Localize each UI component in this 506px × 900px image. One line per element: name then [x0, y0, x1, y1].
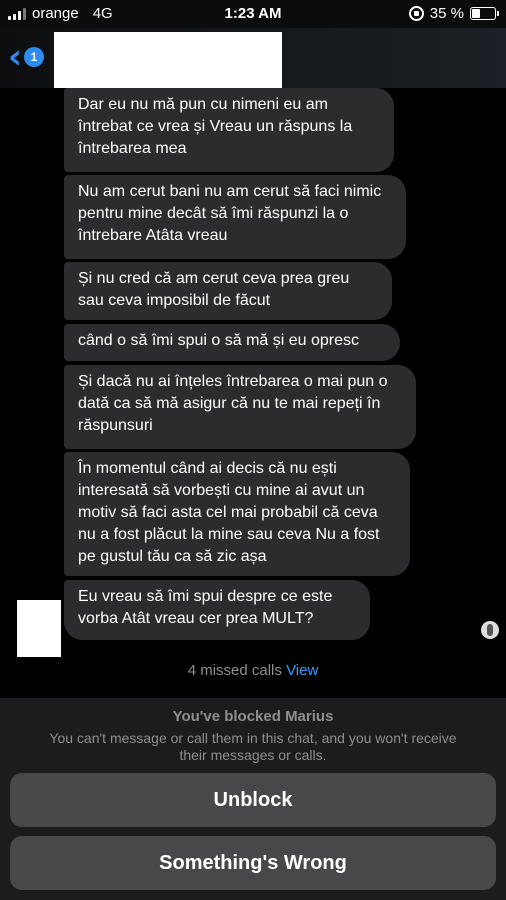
sender-avatar-redacted[interactable]	[17, 600, 61, 657]
something-wrong-button[interactable]: Something's Wrong	[10, 836, 496, 890]
contact-name-redacted[interactable]	[54, 32, 282, 88]
missed-calls-text: 4 missed calls	[187, 662, 282, 679]
message-bubble[interactable]: Nu am cerut bani nu am cerut să faci nim…	[64, 175, 406, 259]
view-missed-calls-link[interactable]: View	[286, 662, 318, 679]
blocked-panel: You've blocked Marius You can't message …	[0, 698, 506, 900]
message-bubble[interactable]: Și nu cred că am cerut ceva prea greu sa…	[64, 262, 392, 320]
chevron-left-icon: ‹	[8, 37, 23, 77]
unblock-button[interactable]: Unblock	[10, 773, 496, 827]
unread-badge: 1	[24, 47, 45, 67]
message-list[interactable]: Dar eu nu mă pun cu nimeni eu am întreba…	[0, 88, 506, 698]
chat-header: ‹ 1	[0, 28, 506, 88]
back-button[interactable]: ‹ 1	[8, 40, 56, 74]
message-bubble[interactable]: Dar eu nu mă pun cu nimeni eu am întreba…	[64, 88, 394, 172]
message-bubble[interactable]: Eu vreau să îmi spui despre ce este vorb…	[64, 580, 370, 640]
status-bar: orange 4G 1:23 AM 35 %	[0, 0, 506, 28]
blocked-description: You can't message or call them in this c…	[49, 730, 457, 763]
status-right: 35 %	[408, 5, 499, 22]
battery-icon	[470, 7, 499, 20]
message-bubble[interactable]: În momentul când ai decis că nu ești int…	[64, 452, 410, 576]
orientation-lock-icon	[408, 6, 424, 21]
battery-percentage: 35 %	[429, 5, 464, 22]
missed-calls-notice: 4 missed calls View	[0, 662, 506, 679]
message-bubble[interactable]: Și dacă nu ai înțeles întrebarea o mai p…	[64, 365, 416, 449]
seen-receipt-avatar	[481, 621, 499, 639]
message-bubble[interactable]: când o să îmi spui o să mă și eu opresc	[64, 324, 400, 361]
battery-fill	[472, 9, 480, 18]
blocked-title: You've blocked Marius	[172, 708, 334, 725]
